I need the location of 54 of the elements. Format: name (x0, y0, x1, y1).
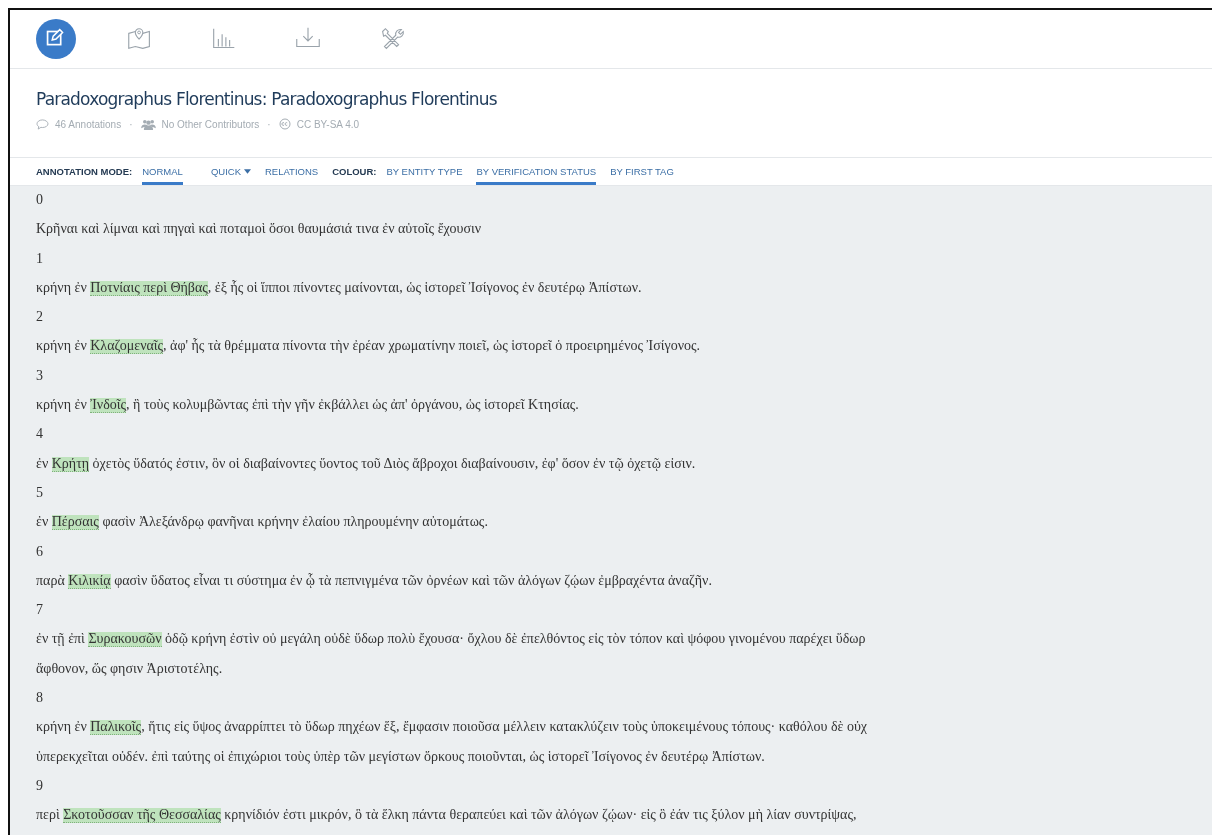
text-fragment: κρήνη ἐν (36, 720, 88, 735)
mode-tab[interactable]: BY ENTITY TYPE (386, 158, 463, 185)
entity-annotation[interactable]: Σκοτοῦσσαν τῆς Θεσσαλίας (63, 808, 221, 824)
document-title: Paradoxographus Florentinus: Paradoxographus Florentinus (36, 89, 497, 109)
creative-commons-icon (278, 118, 291, 130)
section-number: 2 (36, 310, 43, 325)
mode-tab[interactable]: RELATIONS (265, 158, 319, 185)
text-fragment: φασὶν Ἀλεξάνδρῳ φανῆναι κρήνην ἐλαίου πληρουμένην αὐτομάτως. (101, 515, 488, 530)
text-fragment: , ἣ τοὺς κολυμβῶντας ἐπὶ τὴν γῆν ἐκβάλλει ὡς ἀπ' ὀργάνου, ὡς ἱστορεῖ Κτησίας. (126, 398, 579, 413)
separator-dot: · (267, 118, 271, 130)
section-number: 3 (36, 368, 43, 383)
text-fragment: Κρῆναι καὶ λίμναι καὶ πηγαὶ καὶ ποταμοὶ ὅσοι θαυμάσιά τινα ἐν αὐτοῖς ἔχουσιν (36, 222, 482, 237)
section-number: 0 (36, 193, 43, 207)
text-fragment: ἐν (36, 515, 50, 530)
mode-label: COLOUR: (332, 165, 377, 179)
text-fragment: κρηνίδιόν ἐστι μικρόν, ὃ τὰ ἕλκη πάντα θεραπεύει καὶ τῶν ἀλόγων ζῴων· εἰς ὃ ἐάν τις ξύλον μὴ λίαν συντρίψας, (223, 808, 857, 823)
entity-annotation[interactable]: Κιλικίᾳ (68, 573, 111, 589)
section-number: 6 (36, 544, 43, 559)
text-fragment: ὁδῷ κρήνη ἐστὶν οὐ μεγάλη οὐδὲ ὕδωρ πολὺ ἔχουσα· ὄχλου δὲ ἐπελθόντος εἰς τὸν τόπον καὶ ψόφου γινομένου παρέχει ὕδωρ (164, 632, 866, 647)
speech-bubble-icon (36, 118, 49, 130)
text-fragment: φασὶν ὕδατος εἶναι τι σύστημα ἐν ᾧ τὰ πεπνιγμένα τῶν ὀρνέων καὶ τῶν ἀλόγων ζῴων ἐμβραχέντα ἀναζῆν. (113, 573, 712, 588)
section-number: 8 (36, 691, 43, 706)
separator-dot: · (129, 118, 133, 130)
text-fragment: κρήνη ἐν (36, 398, 88, 413)
mode-dropdown[interactable]: QUICK (210, 158, 251, 185)
text-fragment: ἐν τῇ ἐπὶ (36, 632, 86, 647)
text-fragment: παρὰ (36, 573, 66, 588)
tool-button[interactable] (36, 19, 76, 59)
text-fragment: ἐν (36, 456, 50, 471)
section-number: 1 (36, 251, 43, 266)
text-fragment: περὶ (36, 808, 61, 823)
text-fragment: , ἥτις εἰς ὕψος ἀναρρίπτει τὸ ὕδωρ πηχέων ἕξ, ἔμφασιν ποιοῦσα μέλλειν κατακλύζειν τοὺς ὑποκειμένους τόπους· καθόλου δὲ οὐχ (141, 720, 868, 735)
text-fragment: ὀχετὸς ὕδατός ἐστιν, ὃν οἱ διαβαίνοντες ὕοντος τοῦ Διὸς ἄβροχοι διαβαίνουσιν, ἐφ' ὅσον ἐν τῷ ὀχετῷ εἰσιν. (91, 456, 696, 471)
caret-icon (244, 169, 251, 174)
mode-tab[interactable]: BY FIRST TAG (610, 158, 674, 185)
entity-annotation[interactable]: Πέρσαις (51, 515, 99, 531)
text-fragment: ἄφθονον, ὥς φησιν Ἀριστοτέλης. (36, 661, 223, 676)
text-fragment: ὑπερεκχεῖται οὐδέν. ἐπὶ ταύτης οἱ ἐπιχώριοι τοὺς ὑπὲρ τῶν μεγίστων ὅρκους ποιοῦνται, ὡς ἱστορεῖ Ἰσίγονος ἐν δευτέρῳ Ἀπίστων. (36, 749, 765, 764)
entity-annotation[interactable]: Κρήτῃ (51, 456, 90, 472)
annotation-count: 46 Annotations (55, 118, 122, 130)
text-fragment: , ἀφ' ἧς τὰ θρέμματα πίνοντα τὴν ἐρέαν χρωματίνην ποιεῖ, ὡς ἱστορεῖ ὁ προειρημένος Ἰσίγονος. (163, 339, 701, 354)
text-fragment: κρήνη ἐν (36, 339, 88, 354)
section-number: 4 (36, 427, 43, 442)
text-fragment: , ἐξ ἧς οἱ ἵπποι πίνοντες μαίνονται, ὡς ἱστορεῖ Ἰσίγονος ἐν δευτέρῳ Ἀπίστων. (207, 280, 642, 295)
mode-label: ANNOTATION MODE: (36, 165, 133, 179)
entity-annotation[interactable]: Συρακουσῶν (88, 632, 162, 648)
entity-annotation[interactable]: Ποτνίαις περὶ Θήβας (90, 280, 208, 296)
text-fragment: κρήνη ἐν (36, 280, 88, 295)
license-label: CC BY-SA 4.0 (296, 118, 360, 130)
contributors-label: No Other Contributors (161, 118, 260, 130)
section-number: 5 (36, 485, 43, 500)
section-number: 9 (36, 778, 43, 793)
users-icon (140, 118, 156, 130)
section-number: 7 (36, 603, 43, 618)
